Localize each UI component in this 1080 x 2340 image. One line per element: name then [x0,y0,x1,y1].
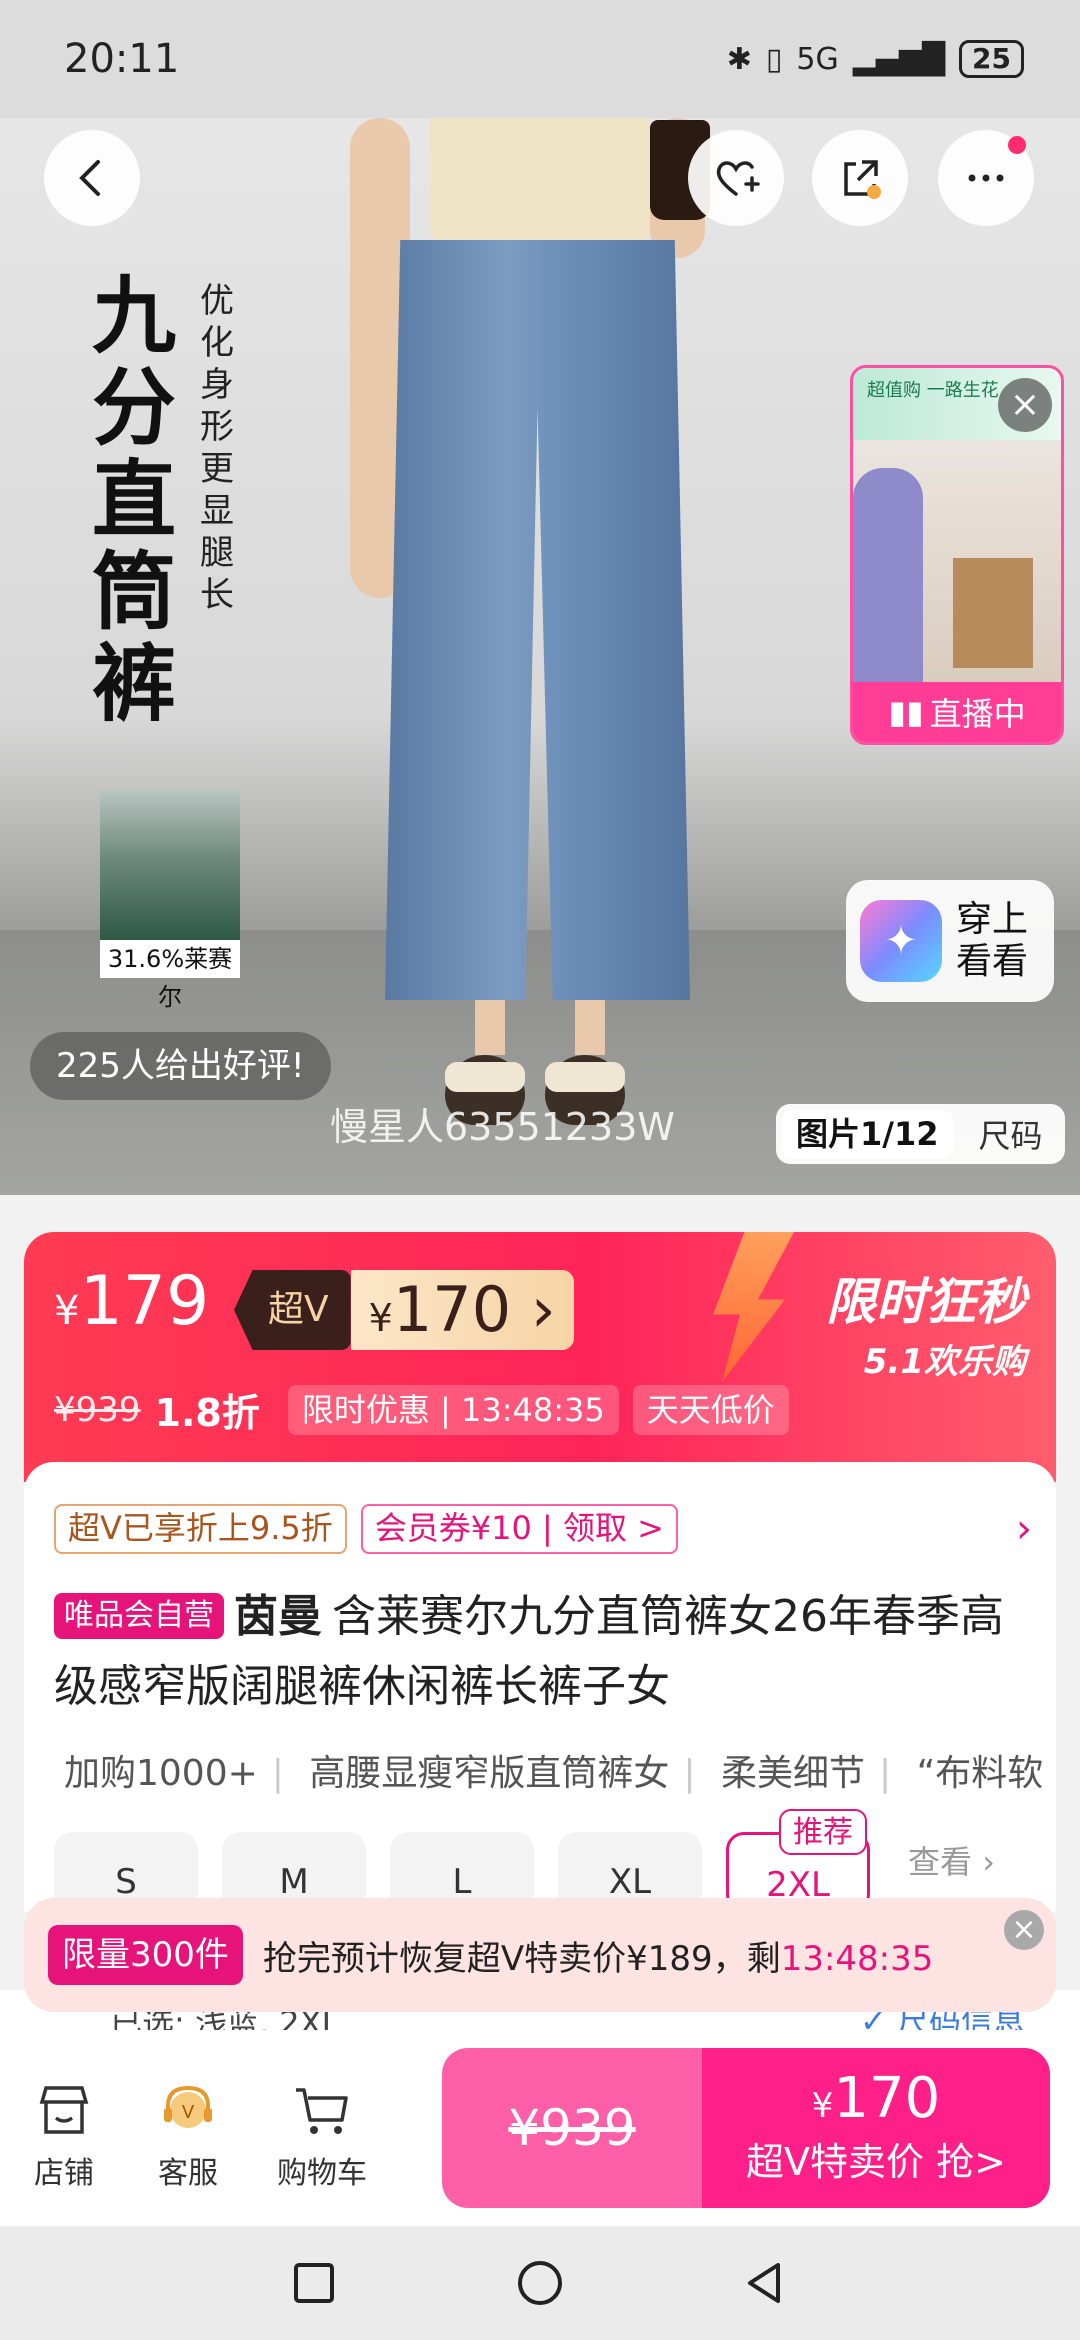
favorite-button[interactable] [688,130,784,226]
hero-title: 九分直筒裤 [92,267,177,733]
feature-tag: 高腰显瘦窄版直筒裤女 [309,1753,670,1794]
notification-dot [1008,136,1026,154]
superv-price: 170 [392,1273,512,1346]
live-badge: 直播中 [929,695,1026,733]
fabric-label: 31.6%莱赛尔 [100,940,240,1011]
live-close-button[interactable]: × [998,378,1052,432]
cart-button[interactable]: 购物车 [262,2078,382,2192]
chevron-left-icon [79,160,100,196]
limited-offer-timer: 限时优惠 | 13:48:35 [287,1384,619,1435]
feature-tags: 加购1000+ | 高腰显瘦窄版直筒裤女 | 柔美细节 | “布料软 [64,1753,1044,1794]
product-info-card: 超V已享折上9.5折 会员券¥10 | 领取 > › 唯品会自营 茵曼 含莱赛尔九分… [24,1462,1056,1912]
self-operated-badge: 唯品会自营 [54,1593,224,1639]
live-host [853,468,923,688]
shop-icon [39,2086,89,2134]
live-bars-icon: ▮▮ [888,693,924,731]
price-banner: ¥179 超V ¥170 › ¥939 1.8折 限时优惠 | 13:48:35… [24,1232,1056,1482]
lightning-decoration [713,1232,794,1382]
live-banner-text: 超值购 一路生花 [867,380,999,401]
status-time: 20:11 [64,36,180,82]
back-icon[interactable] [738,2255,794,2311]
member-coupon[interactable]: 会员券¥10 | 领取 > [360,1504,678,1554]
battery-icon: 25 [959,40,1024,78]
superv-price-chip[interactable]: 超V ¥170 › [234,1270,574,1350]
product-title: 唯品会自营 茵曼 含莱赛尔九分直筒裤女26年春季高级感窄版阔腿裤休闲裤长裤子女 [54,1582,1034,1722]
countdown-timer: 13:48:35 [780,1938,934,1979]
chevron-right-icon[interactable]: › [1016,1506,1032,1552]
status-bar: 20:11 ✱ ▯ 5G ▂▄▆█ 25 [0,0,1080,118]
discount: 1.8折 [154,1391,260,1435]
limited-quantity-tag: 限量300件 [48,1925,243,1985]
recommended-badge: 推荐 [779,1809,867,1855]
watermark: 慢星人63551233W [330,1105,675,1149]
original-price: ¥939 [54,1389,141,1430]
coupon-row: 超V已享折上9.5折 会员券¥10 | 领取 > [54,1504,678,1554]
system-nav-bar [0,2226,1080,2340]
cart-icon [296,2088,348,2134]
buy-price: ¥170 [811,2066,941,2131]
shop-button[interactable]: 店铺 [4,2078,124,2192]
svg-text:V: V [182,2102,195,2123]
feature-tag: “布料软 [916,1753,1044,1794]
review-pill[interactable]: 225人给出好评! [30,1032,331,1100]
try-on-button[interactable]: ✦ 穿上看看 [846,880,1054,1002]
buy-label: 超V特卖价 抢> [746,2140,1006,2184]
signal-icon: ▂▄▆█ [852,41,946,77]
hero-subtitle: 优化身形 更显腿长 [200,281,234,615]
customer-service-icon: V [164,2085,212,2128]
share-button[interactable] [812,130,908,226]
buy-now-button[interactable]: ¥170 超V特卖价 抢> [702,2048,1050,2208]
share-icon [844,160,881,199]
feature-tag: 加购1000+ [64,1753,258,1794]
limited-stock-text: 抢完预计恢复超V特卖价¥189，剩13:48:35 [262,1938,934,1979]
status-icons: ✱ ▯ 5G ▂▄▆█ 25 [727,40,1024,78]
image-index[interactable]: 图片1/12 [782,1110,953,1158]
forest-image [100,790,240,940]
try-on-label: 穿上看看 [956,899,1029,982]
vibrate-icon: ▯ [765,41,783,77]
shirt-sparkle-icon: ✦ [860,900,942,982]
flash-sale-title: 限时狂秒 5.1欢乐购 [826,1273,1026,1382]
daily-low-badge: 天天低价 [632,1384,789,1435]
superv-tag: 超V [234,1270,351,1350]
limit-bar-close-button[interactable]: × [1004,1910,1044,1950]
price-meta-row: ¥939 1.8折 限时优惠 | 13:48:35 天天低价 [54,1382,789,1437]
home-icon[interactable] [512,2255,568,2311]
model-top [430,118,650,248]
back-button[interactable] [44,130,140,226]
jeans-image [385,240,690,1000]
recent-apps-icon[interactable] [286,2255,342,2311]
bluetooth-icon: ✱ [726,41,752,77]
signal-label: 5G [796,41,839,77]
size-tab[interactable]: 尺码 [953,1111,1065,1157]
brand-name[interactable]: 茵曼 [234,1591,322,1642]
superv-discount-coupon[interactable]: 超V已享折上9.5折 [54,1504,347,1554]
feature-tag: 柔美细节 [721,1753,866,1794]
limited-stock-bar: 限量300件 抢完预计恢复超V特卖价¥189，剩13:48:35 [24,1898,1056,2012]
more-icon [968,174,1004,182]
heart-add-icon [716,161,760,196]
customer-service-button[interactable]: V 客服 [128,2078,248,2192]
buy-button-group: ¥939 ¥170 超V特卖价 抢> [442,2048,1050,2208]
image-counter[interactable]: 图片1/12 尺码 [776,1104,1065,1164]
original-price-button[interactable]: ¥939 [442,2048,702,2208]
current-price: ¥179 [54,1262,210,1341]
